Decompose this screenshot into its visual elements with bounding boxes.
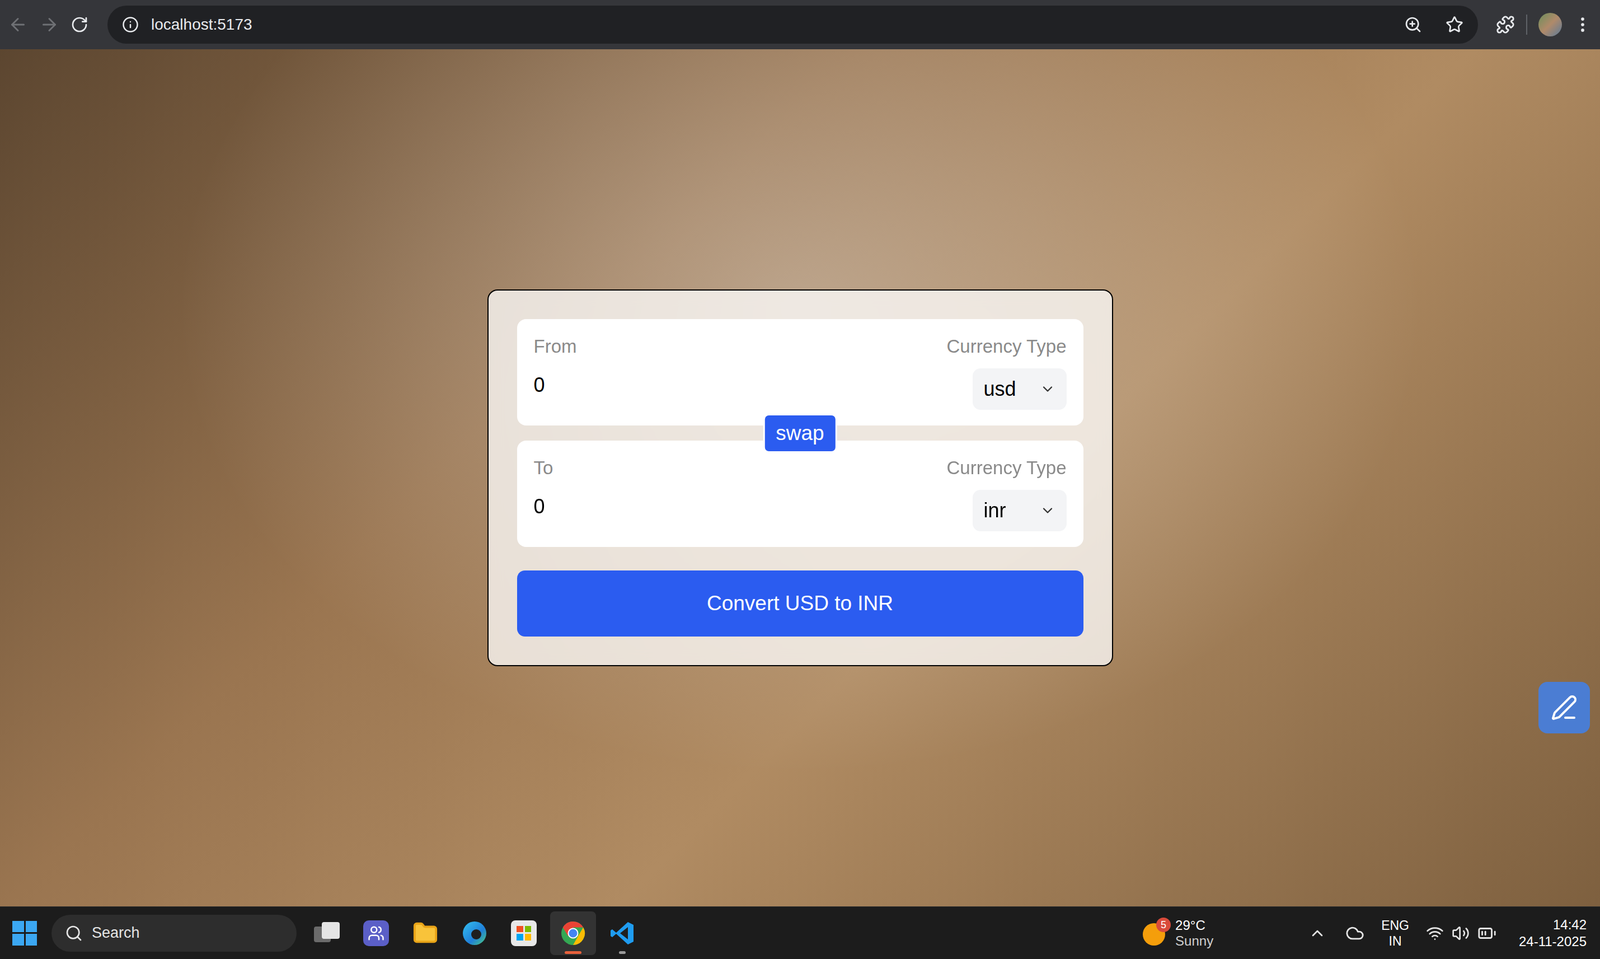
- taskbar-app[interactable]: [303, 911, 350, 955]
- edge-icon: [461, 920, 488, 946]
- profile-avatar-icon[interactable]: [1538, 12, 1562, 37]
- browser-toolbar: localhost:5173: [0, 0, 1600, 50]
- taskbar-app[interactable]: [402, 911, 449, 955]
- currency-select[interactable]: usd: [972, 368, 1067, 410]
- from-box: From Currency Type usd: [517, 318, 1084, 426]
- taskbar-app[interactable]: [451, 911, 498, 955]
- toolbar-separator: [1526, 14, 1528, 35]
- wifi-icon[interactable]: [1425, 923, 1444, 942]
- vscode-icon: [609, 920, 636, 946]
- search-placeholder: Search: [91, 921, 140, 945]
- url-text: localhost:5173: [151, 12, 1392, 37]
- taskbar-app[interactable]: [550, 911, 597, 955]
- chrome-icon: [560, 920, 586, 946]
- taskbar: Search 5 29°CSunny ENGIN 14:4224-11-2025: [0, 906, 1600, 959]
- taskbar-apps: [302, 911, 647, 955]
- running-indicator: [564, 950, 582, 954]
- taskbar-app[interactable]: [599, 911, 646, 955]
- currency-type-label: Currency Type: [946, 334, 1067, 359]
- weather-condition: Sunny: [1175, 932, 1214, 949]
- clock-date: 24-11-2025: [1518, 932, 1587, 950]
- convert-button[interactable]: Convert USD to INR: [517, 570, 1084, 637]
- file-explorer-icon: [411, 919, 439, 947]
- amount-label: To: [533, 456, 934, 480]
- weather-temperature: 29°C: [1175, 917, 1214, 933]
- reload-icon[interactable]: [70, 15, 89, 34]
- weather-widget[interactable]: 5 29°CSunny: [1142, 917, 1214, 949]
- back-icon[interactable]: [7, 14, 28, 35]
- site-info-icon[interactable]: [122, 16, 139, 34]
- taskbar-app[interactable]: [500, 911, 547, 955]
- zoom-icon[interactable]: [1404, 15, 1423, 34]
- floating-extension-button[interactable]: [1538, 681, 1590, 734]
- taskbar-app[interactable]: [353, 911, 400, 955]
- hidden-icons-chevron-icon[interactable]: [1308, 923, 1327, 942]
- amount-input[interactable]: [533, 491, 934, 522]
- task-view-icon: [313, 921, 340, 945]
- screen: localhost:5173 From Currency Type usd To Curr…: [0, 0, 1600, 959]
- volume-icon[interactable]: [1451, 923, 1470, 942]
- teams-icon: [363, 920, 389, 946]
- amount-label: From: [533, 334, 934, 359]
- clock[interactable]: 14:4224-11-2025: [1518, 916, 1587, 950]
- forward-icon[interactable]: [39, 14, 60, 35]
- currency-select[interactable]: inr: [972, 489, 1067, 532]
- chevron-down-icon: [1039, 502, 1056, 519]
- extensions-icon[interactable]: [1495, 15, 1515, 35]
- pen-icon: [1550, 693, 1578, 721]
- bookmark-star-icon[interactable]: [1445, 15, 1464, 34]
- chevron-down-icon: [1039, 381, 1056, 397]
- converter-card: From Currency Type usd To Currency Type inr sw…: [487, 289, 1114, 666]
- amount-input[interactable]: [533, 370, 934, 400]
- currency-type-label: Currency Type: [946, 456, 1067, 480]
- onedrive-icon[interactable]: [1345, 923, 1365, 943]
- taskbar-search[interactable]: Search: [51, 914, 297, 952]
- swap-button[interactable]: swap: [762, 413, 837, 453]
- menu-icon[interactable]: [1573, 15, 1593, 35]
- to-box: To Currency Type inr: [517, 440, 1084, 547]
- currency-fields: From Currency Type usd To Currency Type inr sw…: [517, 318, 1084, 547]
- battery-icon[interactable]: [1477, 923, 1497, 943]
- running-indicator: [618, 950, 626, 954]
- clock-time: 14:42: [1552, 916, 1587, 933]
- weather-badge: 5: [1156, 917, 1171, 932]
- page: From Currency Type usd To Currency Type inr sw…: [0, 49, 1600, 907]
- store-icon: [510, 920, 537, 946]
- address-bar[interactable]: localhost:5173: [107, 5, 1478, 44]
- search-icon: [64, 923, 83, 942]
- language-indicator[interactable]: ENGIN: [1381, 917, 1410, 949]
- windows-start-icon[interactable]: [12, 920, 37, 946]
